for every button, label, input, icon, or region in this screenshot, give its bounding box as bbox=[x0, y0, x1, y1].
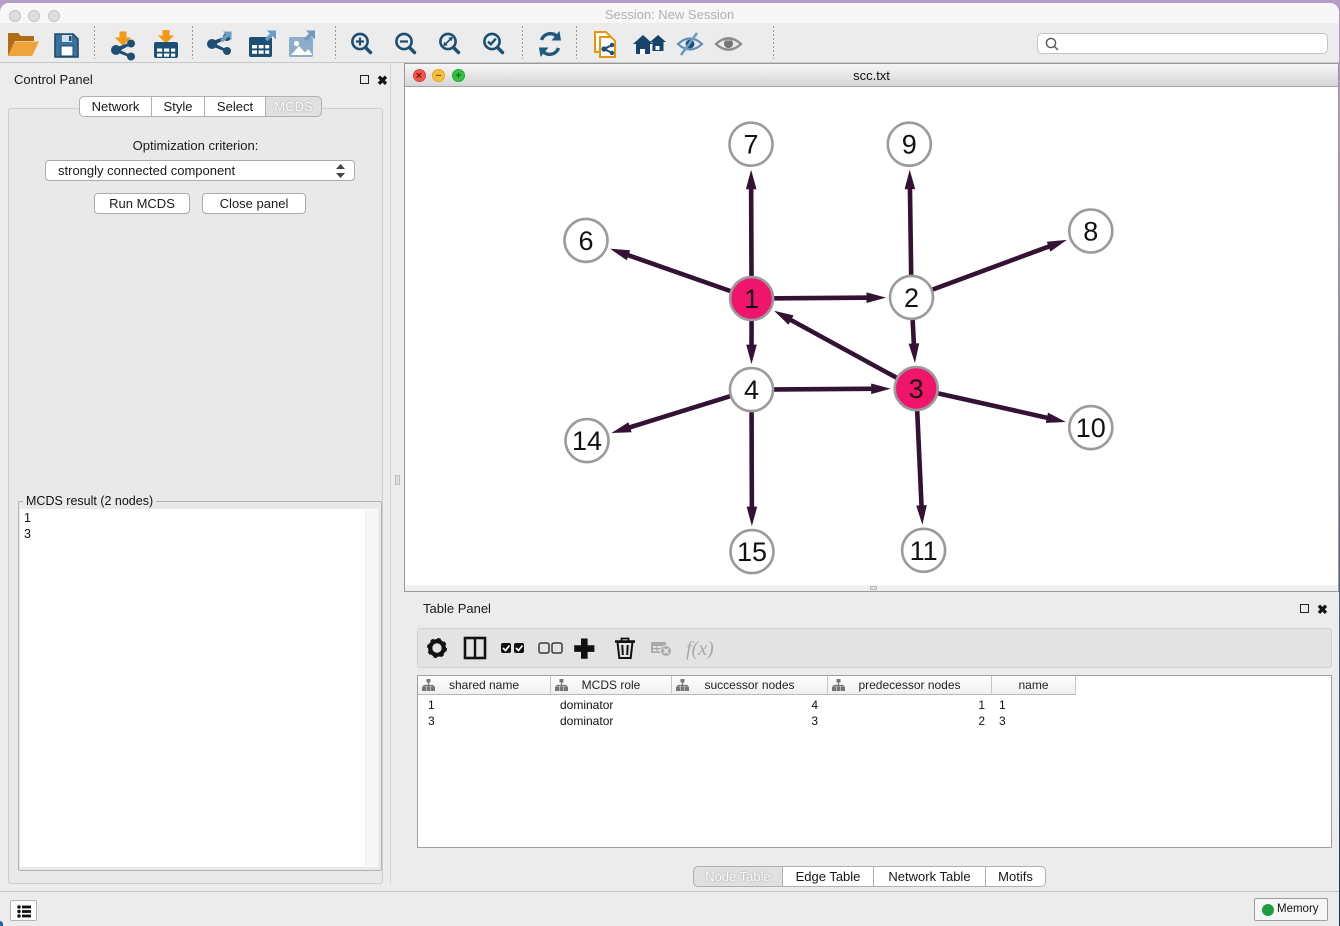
svg-text:1: 1 bbox=[744, 284, 759, 314]
svg-text:4: 4 bbox=[744, 375, 759, 405]
svg-text:15: 15 bbox=[737, 537, 767, 567]
svg-text:11: 11 bbox=[910, 536, 938, 566]
svg-text:3: 3 bbox=[909, 374, 924, 404]
svg-text:9: 9 bbox=[902, 130, 917, 160]
svg-text:2: 2 bbox=[904, 283, 919, 313]
svg-text:8: 8 bbox=[1083, 217, 1098, 247]
svg-text:f(x): f(x) bbox=[686, 638, 714, 660]
svg-text:10: 10 bbox=[1076, 413, 1106, 443]
svg-text:7: 7 bbox=[743, 130, 758, 160]
svg-text:6: 6 bbox=[578, 226, 593, 256]
svg-text:14: 14 bbox=[572, 426, 602, 456]
